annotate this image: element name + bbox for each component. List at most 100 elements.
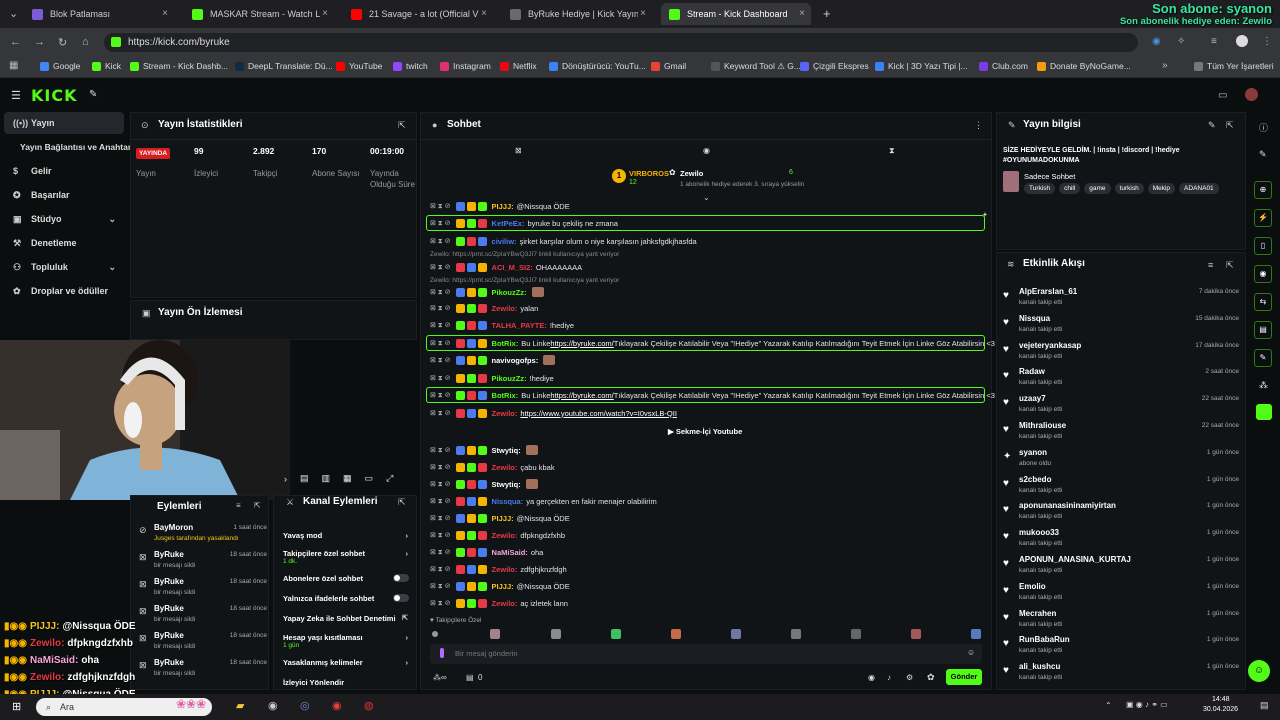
channel-action-row[interactable]: Yasaklanmış kelimeler › [283,658,411,667]
rail-button-3[interactable]: ▯ [1254,237,1272,255]
channel-action-row[interactable]: Yavaş mod › [283,531,411,540]
mod-tools-icon[interactable]: ⊠ ⧗ ⊘ [430,356,451,365]
stream-tag[interactable]: game [1084,183,1111,194]
bookmark-item[interactable]: DeepL Translate: Dü... [235,61,333,71]
windows-start-icon[interactable]: ⊞ [12,700,21,713]
steam-icon[interactable]: ◉ [268,699,278,712]
chat-username[interactable]: TALHA_PAYTE: [492,321,547,330]
settings-icon[interactable]: ⚙ [906,673,913,682]
gift-settings-icon[interactable]: ✿ [927,672,935,683]
sidebar-item[interactable]: ((•)) Yayın [4,112,124,134]
toggle-switch[interactable] [393,594,409,602]
bookmark-item[interactable]: Kick | 3D Yazı Tipi |... [875,61,968,71]
profile-avatar[interactable] [1236,35,1248,47]
apps-grid-icon[interactable]: ▦ [9,60,18,71]
chat-username[interactable]: BotRix: [492,339,519,348]
rail-button-4[interactable]: ◉ [1254,265,1272,283]
popout-icon[interactable]: ⇱ [398,120,406,131]
send-button[interactable]: Gönder [946,669,982,685]
chat-username[interactable]: PIJJJ: [492,582,514,591]
activity-user[interactable]: AlpErarslan_61 [1019,287,1077,296]
mod-tools-icon[interactable]: ⊠ ⧗ ⊘ [430,304,451,313]
chat-username[interactable]: civiliw: [492,237,517,246]
popout-icon[interactable]: ⇱ [1226,260,1234,271]
close-tab-icon[interactable]: × [640,8,646,19]
activity-user[interactable]: Radaw [1019,367,1045,376]
users-icon[interactable]: ⁂∞ [433,673,447,682]
mod-tools-icon[interactable]: ⊠ ⧗ ⊘ [430,237,451,246]
chat-toggle-icon[interactable]: ▥ [322,473,331,484]
back-icon[interactable]: ← [10,36,21,48]
activity-user[interactable]: syanon [1019,448,1047,457]
popout-icon[interactable]: ⇱ [398,497,406,508]
toggle-switch[interactable] [393,574,409,582]
mod-tools-icon[interactable]: ⊠ ⧗ ⊘ [430,531,451,540]
chat-username[interactable]: Zewilo: [492,599,518,608]
reload-icon[interactable]: ↻ [58,36,67,49]
activity-user[interactable]: ali_kushcu [1019,662,1060,671]
chat-menu-icon[interactable]: ⋮ [974,120,983,131]
mod-tools-icon[interactable]: ⊠ ⧗ ⊘ [430,391,451,400]
close-tab-icon[interactable]: × [481,8,487,19]
chat-username[interactable]: Zewilo: [492,409,518,418]
stream-tag[interactable]: Mekip [1147,183,1176,194]
bell-icon[interactable]: ♪ [887,673,891,682]
chat-username[interactable]: PikouzZz: [492,288,527,297]
chat-username[interactable]: navivogofps: [492,356,539,365]
tray-icons[interactable]: ▣ ◉ ♪ ⚭ ▭ [1126,700,1168,709]
activity-user[interactable]: APONUN_ANASINA_KURTAJ [1019,555,1131,564]
rail-button-7[interactable]: ✎ [1254,349,1272,367]
bookmark-item[interactable]: Google [40,61,80,71]
sidebar-item[interactable]: ✪ Başarılar [4,184,124,206]
menu-dots-icon[interactable]: ⋮ [1262,36,1272,47]
activity-user[interactable]: aponunanasininamiyirtan [1019,501,1116,510]
bookmark-item[interactable]: Kick [92,61,121,71]
close-tab-icon[interactable]: × [322,8,328,19]
pin-icon[interactable]: ✎ [89,89,97,100]
chat-link[interactable]: https://byruke.com/ [550,391,613,400]
channel-action-row[interactable]: İzleyici Yönlendir [283,678,411,687]
mod-tools-icon[interactable]: ⊠ ⧗ ⊘ [430,599,451,608]
chat-username[interactable]: Stwytiq: [492,480,521,489]
filter-icon[interactable]: ≡ [1208,260,1213,270]
mic-icon[interactable] [440,648,444,658]
mod-user-name[interactable]: ByRuke [154,550,184,559]
mod-tools-icon[interactable]: ⊠ ⧗ ⊘ [430,548,451,557]
browser-tab[interactable]: Blok Patlaması × [24,3,174,25]
chrome-icon[interactable]: ◉ [332,699,342,712]
filter-icon[interactable]: ≡ [236,501,241,510]
activity-user[interactable]: vejeteryankasap [1019,341,1081,350]
discord-icon[interactable]: ◎ [300,699,310,712]
browser-tab[interactable]: MASKAR Stream - Watch Live o× [184,3,334,25]
popout-icon[interactable]: ⇱ [254,501,261,510]
hamburger-menu-icon[interactable]: ☰ [11,89,21,102]
bookmark-item[interactable]: Instagram [440,61,491,71]
chat-username[interactable]: Stwytiq: [492,446,521,455]
bookmark-item[interactable]: Keyword Tool ⚠ G... [711,61,801,72]
channel-action-row[interactable]: Yalnızca ifadelerle sohbet [283,594,411,603]
notifications-icon[interactable]: ▭ [1218,90,1227,101]
chat-username[interactable]: KetPeEx: [492,219,525,228]
rail-button-2[interactable]: ⚡ [1254,209,1272,227]
chat-username[interactable]: PikouzZz: [492,374,527,383]
stream-tag[interactable]: chill [1059,183,1081,194]
channel-action-row[interactable]: Hesap yaşı kısıtlaması 1 gün › [283,633,411,649]
rail-active-button[interactable] [1256,404,1272,420]
bookmark-item[interactable]: Club.com [979,61,1028,71]
more-bookmarks-icon[interactable]: » [1162,60,1168,71]
chat-link[interactable]: https://www.youtube.com/watch?v=I0vsxLB-… [520,409,677,418]
all-bookmarks[interactable]: Tüm Yer İşaretleri [1194,61,1274,71]
mod-user-name[interactable]: ByRuke [154,631,184,640]
extension-icon[interactable]: ◉ [1152,36,1161,47]
fullscreen-icon[interactable]: ⤢ [386,473,393,484]
sidebar-item[interactable]: ⚒ Denetleme [4,232,124,254]
bookmark-item[interactable]: Donate ByNoGame... [1037,61,1131,71]
activity-user[interactable]: Emolio [1019,582,1046,591]
browser-tab[interactable]: Stream - Kick Dashboard × [661,3,811,25]
bookmark-item[interactable]: Çizgili Ekspres [800,61,869,71]
layer-icon[interactable]: ▦ [343,473,352,484]
notification-center-icon[interactable]: ▤ [1260,700,1269,711]
ticket-icon[interactable]: ▤ [466,673,474,682]
chat-username[interactable]: Nissqua: [492,497,524,506]
chat-username[interactable]: Zewilo: [492,304,518,313]
